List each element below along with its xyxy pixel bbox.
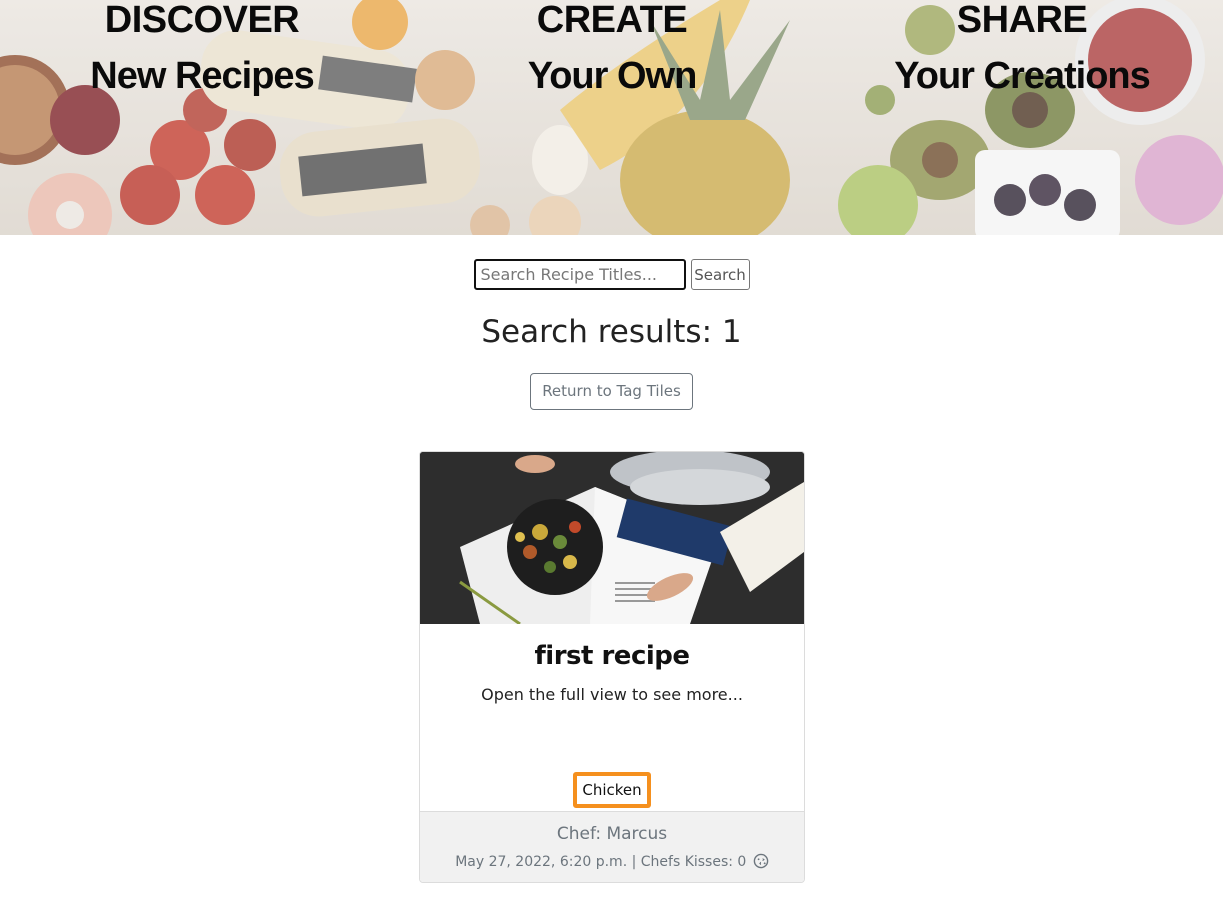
recipe-card[interactable]: first recipe Open the full view to see m… xyxy=(419,451,805,883)
hero-share: SHARE Your Creations xyxy=(872,0,1172,96)
recipe-image[interactable] xyxy=(420,452,804,624)
kiss-face-icon xyxy=(753,853,769,869)
search-form: Search xyxy=(0,259,1223,290)
return-wrap: Return to Tag Tiles xyxy=(0,373,1223,410)
hero-banner: DISCOVER New Recipes CREATE Your Own SHA… xyxy=(0,0,1223,235)
hero-discover-heading: DISCOVER xyxy=(104,0,300,41)
recipe-summary: Open the full view to see more... xyxy=(481,685,743,704)
hero-discover: DISCOVER New Recipes xyxy=(52,0,352,96)
recipe-meta-text: May 27, 2022, 6:20 p.m. | Chefs Kisses: … xyxy=(455,854,747,870)
search-results-title: Search results: 1 xyxy=(481,314,742,350)
hero-create: CREATE Your Own xyxy=(462,0,762,96)
hero-share-heading: SHARE xyxy=(956,0,1088,41)
tag-chicken[interactable]: Chicken xyxy=(573,772,651,808)
recipe-meta: May 27, 2022, 6:20 p.m. | Chefs Kisses: … xyxy=(420,853,804,870)
recipe-card-footer: Chef: Marcus May 27, 2022, 6:20 p.m. | C… xyxy=(420,811,804,882)
search-button[interactable]: Search xyxy=(690,259,750,290)
hero-create-heading: CREATE xyxy=(536,0,688,41)
recipe-title[interactable]: first recipe xyxy=(420,641,804,671)
hero-share-subheading: Your Creations xyxy=(894,55,1151,97)
hero-create-subheading: Your Own xyxy=(527,55,698,97)
recipe-chef: Chef: Marcus xyxy=(556,824,668,844)
return-to-tag-tiles-button[interactable]: Return to Tag Tiles xyxy=(530,373,693,410)
recipe-photo xyxy=(420,452,804,624)
hero-discover-subheading: New Recipes xyxy=(90,55,314,97)
search-input[interactable] xyxy=(473,259,686,290)
